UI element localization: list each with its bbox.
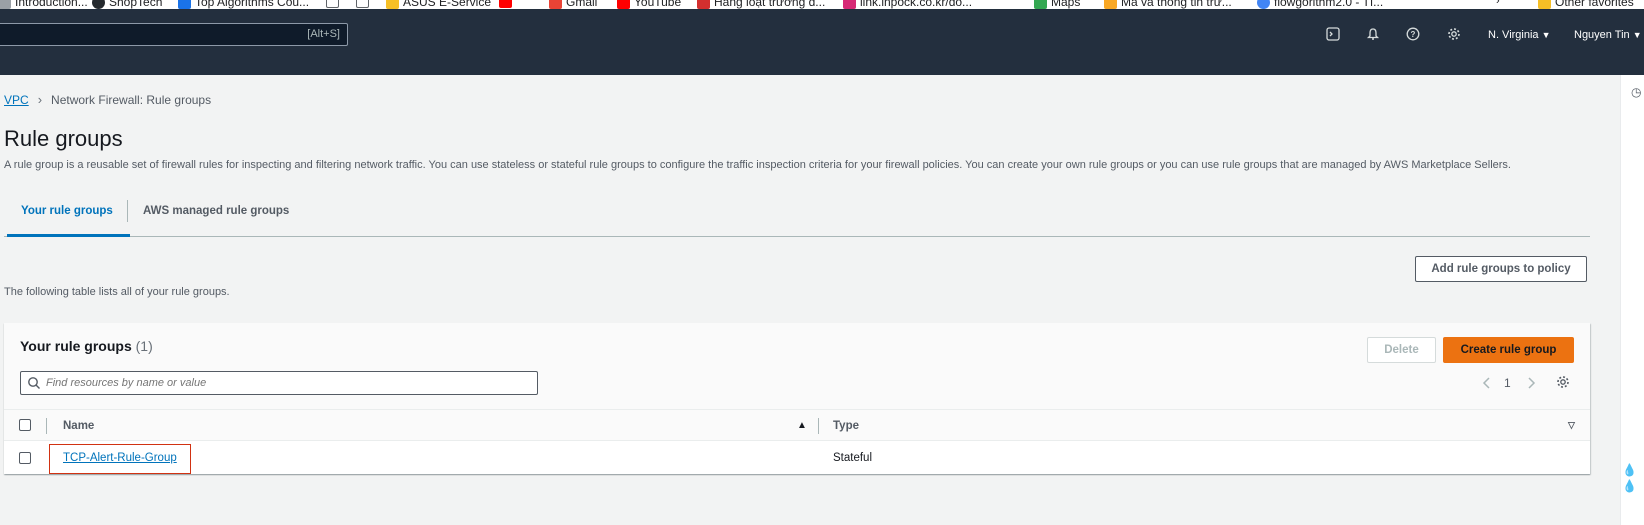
- select-all-checkbox[interactable]: [19, 419, 31, 431]
- column-header-type[interactable]: Type: [833, 420, 859, 432]
- instagram-icon: [843, 0, 856, 9]
- search-shortcut-hint: [Alt+S]: [307, 28, 340, 40]
- chevron-right-icon: ›: [1496, 0, 1500, 7]
- page-title: Rule groups: [4, 126, 123, 151]
- sort-ascending-icon[interactable]: ▲: [797, 420, 807, 431]
- sort-caret-icon[interactable]: ▽: [1568, 420, 1575, 431]
- bookmark-item[interactable]: [326, 0, 343, 8]
- active-tab-indicator: [7, 234, 130, 237]
- breadcrumb-vpc-link[interactable]: VPC: [4, 93, 29, 107]
- tab-bar: Your rule groups AWS managed rule groups: [4, 196, 1590, 237]
- bookmark-item[interactable]: flowgorithm2.0 - Tì...: [1257, 0, 1383, 9]
- v-icon: [697, 0, 710, 9]
- bookmarks-bar: Introduction... ShopTech Top Algorithms …: [0, 0, 1644, 9]
- bookmark-item[interactable]: YouTube: [617, 0, 681, 9]
- bookmark-item[interactable]: Maps: [1034, 0, 1080, 9]
- github-icon: [92, 0, 105, 9]
- tab-aws-managed-rule-groups[interactable]: AWS managed rule groups: [143, 205, 289, 217]
- caret-down-icon: ▼: [1632, 30, 1642, 40]
- rule-group-type-cell: Stateful: [833, 452, 872, 464]
- bookmark-item[interactable]: Top Algorithms Cou...: [178, 0, 309, 9]
- clock-icon[interactable]: ◷: [1631, 85, 1641, 99]
- bookmark-item[interactable]: Other favorites: [1538, 0, 1634, 9]
- gmail-icon: [549, 0, 562, 9]
- breadcrumb-current: Network Firewall: Rule groups: [51, 92, 212, 107]
- delete-button[interactable]: Delete: [1367, 337, 1436, 363]
- bookmark-item[interactable]: Hàng loạt trường đ...: [697, 0, 825, 9]
- c-icon: [178, 0, 191, 9]
- table-row: TCP-Alert-Rule-Group Stateful: [4, 441, 1590, 474]
- bookmark-item[interactable]: ShopTech: [92, 0, 162, 9]
- google-icon: [1257, 0, 1270, 9]
- bookmark-item[interactable]: ASUS E-Service: [386, 0, 491, 9]
- table-search-input[interactable]: [46, 374, 526, 392]
- page-number[interactable]: 1: [1504, 376, 1511, 390]
- youtube-icon: [499, 0, 512, 8]
- region-label: N. Virginia: [1488, 29, 1539, 41]
- svg-text:?: ?: [1411, 30, 1416, 39]
- bookmark-item[interactable]: Mã và thông tin trư...: [1104, 0, 1232, 9]
- notifications-bell-icon[interactable]: [1365, 27, 1381, 43]
- bookmark-item[interactable]: link.inpock.co.kr/do...: [843, 0, 972, 9]
- table-filter: [20, 371, 538, 395]
- rule-group-name-cell: TCP-Alert-Rule-Group: [63, 452, 177, 464]
- row-checkbox[interactable]: [19, 452, 31, 464]
- region-selector[interactable]: N. Virginia ▼: [1488, 29, 1551, 41]
- youtube-icon: [617, 0, 630, 9]
- maps-icon: [1034, 0, 1047, 9]
- floating-assistant-icon[interactable]: 💧 💧: [1622, 462, 1637, 494]
- tab-divider: [127, 200, 128, 222]
- settings-gear-icon[interactable]: [1446, 27, 1462, 43]
- account-name: Nguyen Tin: [1574, 29, 1630, 41]
- chevron-right-icon: ›: [37, 92, 43, 107]
- rule-groups-table-container: Your rule groups (1) Delete Create rule …: [4, 323, 1590, 474]
- column-divider: [46, 418, 47, 434]
- page-description: A rule group is a reusable set of firewa…: [4, 159, 1511, 171]
- account-menu[interactable]: Nguyen Tin ▼: [1574, 29, 1642, 41]
- table-title-text: Your rule groups: [20, 338, 132, 354]
- page-icon: [326, 0, 339, 8]
- tab-your-rule-groups[interactable]: Your rule groups: [21, 205, 113, 217]
- table-preferences-gear-icon[interactable]: [1556, 375, 1570, 392]
- page-icon: [356, 0, 369, 8]
- table-header-area: [4, 323, 1590, 409]
- create-rule-group-button[interactable]: Create rule group: [1443, 337, 1574, 363]
- page-icon: [0, 0, 11, 9]
- right-tools-strip: ◷: [1620, 75, 1644, 525]
- bookmark-item[interactable]: Gmail: [549, 0, 597, 9]
- bookmark-item[interactable]: Introduction...: [0, 0, 88, 9]
- add-rule-groups-to-policy-button[interactable]: Add rule groups to policy: [1415, 256, 1587, 282]
- helper-text: The following table lists all of your ru…: [4, 286, 230, 298]
- top-navigation: [Alt+S] ? N. Virginia ▼ Nguyen Tin ▼: [0, 9, 1644, 75]
- rule-group-name-link[interactable]: TCP-Alert-Rule-Group: [63, 452, 177, 464]
- bookmark-item[interactable]: [356, 0, 373, 8]
- next-page-icon[interactable]: [1526, 376, 1536, 393]
- column-header-name[interactable]: Name: [63, 420, 94, 432]
- column-divider[interactable]: [818, 418, 819, 434]
- table-count: (1): [135, 338, 153, 354]
- cloudshell-icon[interactable]: [1325, 27, 1341, 43]
- breadcrumb: VPC › Network Firewall: Rule groups: [4, 92, 211, 107]
- folder-icon: [386, 0, 399, 9]
- help-icon[interactable]: ?: [1405, 27, 1421, 43]
- table-header-row: Name ▲ Type ▽: [4, 409, 1590, 441]
- previous-page-icon[interactable]: [1482, 376, 1492, 393]
- search-icon: [28, 377, 40, 389]
- caret-down-icon: ▼: [1541, 30, 1551, 40]
- console-search-input[interactable]: [Alt+S]: [0, 23, 348, 46]
- bee-icon: [1104, 0, 1117, 9]
- folder-icon: [1538, 0, 1551, 9]
- bookmark-item[interactable]: [499, 0, 516, 8]
- bookmarks-overflow[interactable]: ›: [1496, 0, 1500, 7]
- table-title: Your rule groups (1): [20, 338, 153, 354]
